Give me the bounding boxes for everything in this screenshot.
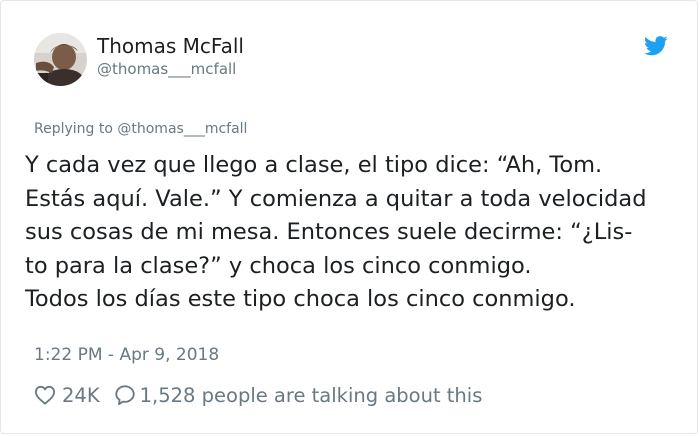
tweet-text: Y cada vez que llego a clase, el tipo di… [25, 149, 695, 317]
tweet-timestamp[interactable]: 1:22 PM - Apr 9, 2018 [34, 345, 219, 365]
tweet-text-line: sus cosas de mi mesa. Entonces suele dec… [25, 219, 633, 245]
author-handle[interactable]: @thomas___mcfall [97, 60, 236, 78]
avatar[interactable] [34, 33, 87, 86]
tweet-text-line: Todos los días este tipo choca los cinco… [25, 286, 576, 312]
tweet-text-line: to para la clase?” y choca los cinco con… [25, 252, 532, 279]
tweet-text-line: Y cada vez que llego a clase, el tipo di… [25, 152, 603, 178]
like-count[interactable]: 24K [62, 384, 100, 407]
twitter-bird-icon[interactable] [644, 36, 668, 56]
tweet-text-line: Estás aquí. Vale.” Y comienza a quitar a… [25, 185, 647, 212]
replying-to[interactable]: Replying to @thomas___mcfall [34, 121, 247, 137]
tweet-card: Thomas McFall @thomas___mcfall Replying … [0, 0, 698, 434]
avatar-image [34, 33, 87, 86]
speech-bubble-icon[interactable] [114, 384, 136, 406]
author-name[interactable]: Thomas McFall [97, 34, 244, 58]
talking-about-text[interactable]: 1,528 people are talking about this [140, 384, 483, 407]
tweet-actions: 24K 1,528 people are talking about this [34, 381, 482, 409]
heart-icon[interactable] [34, 385, 56, 405]
